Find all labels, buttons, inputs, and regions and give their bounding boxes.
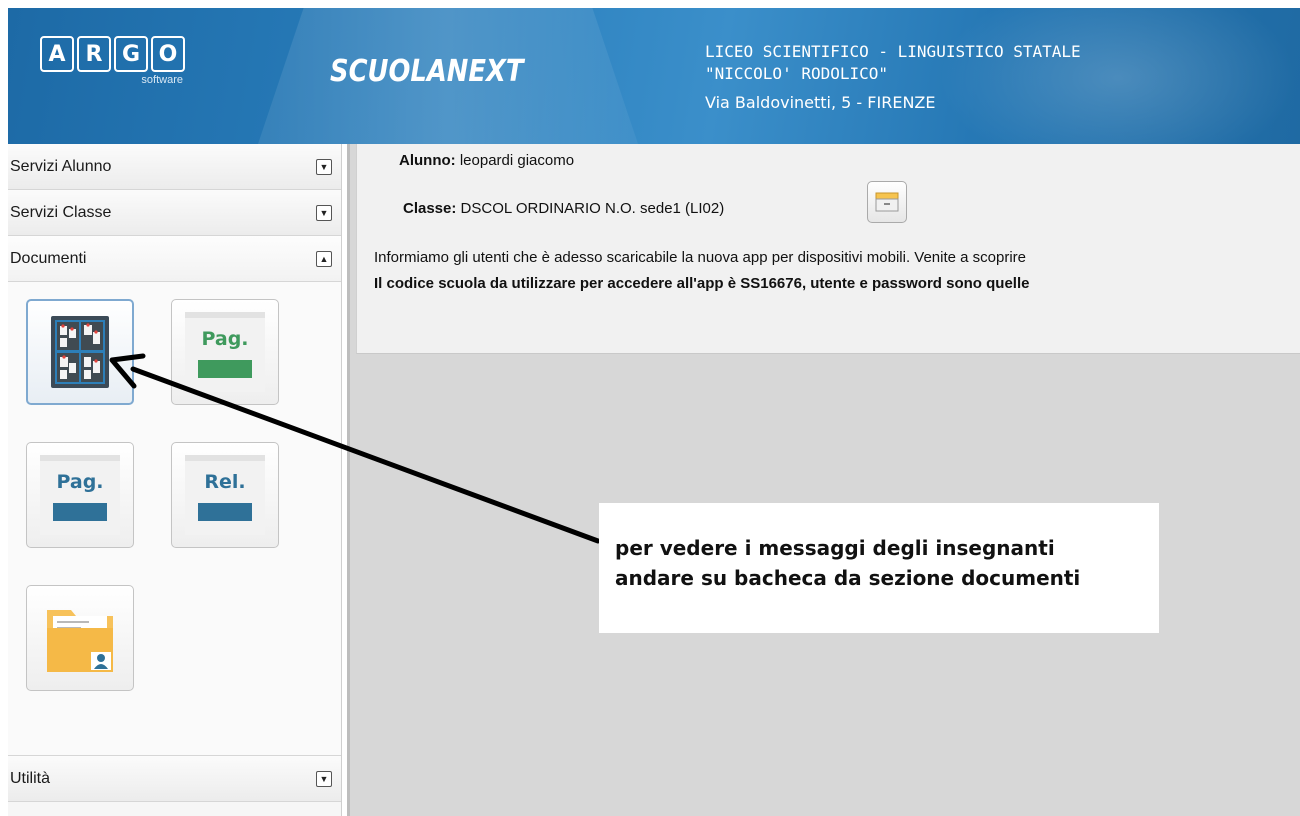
callout-line: per vedere i messaggi degli insegnanti bbox=[615, 536, 1055, 560]
annotation-arrow bbox=[109, 353, 601, 544]
callout-line: andare su bacheca da sezione documenti bbox=[615, 566, 1081, 590]
annotation-callout: per vedere i messaggi degli insegnanti a… bbox=[599, 503, 1159, 633]
